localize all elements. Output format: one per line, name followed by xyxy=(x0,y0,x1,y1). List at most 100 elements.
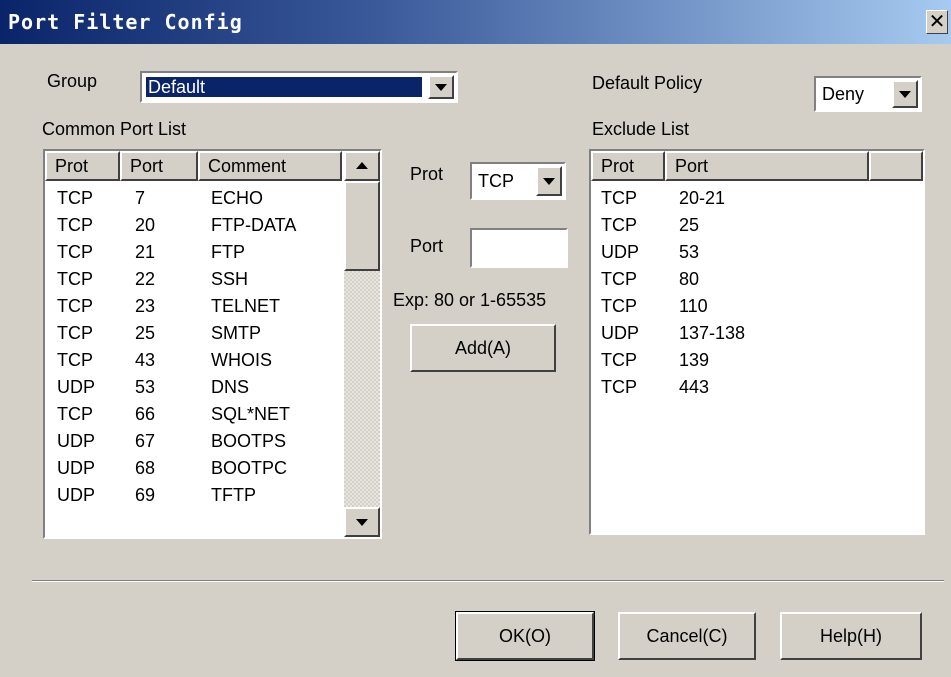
default-policy-label: Default Policy xyxy=(592,73,703,93)
row-prot: TCP xyxy=(57,242,93,262)
row-comment: TELNET xyxy=(211,296,281,316)
cancel-button[interactable]: Cancel(C) xyxy=(618,612,756,660)
row-prot: TCP xyxy=(601,215,637,235)
row-comment: SSH xyxy=(211,269,249,289)
row-prot: TCP xyxy=(601,377,637,397)
row-port: 25 xyxy=(135,323,156,343)
row-port: 43 xyxy=(135,350,156,370)
row-port: 20 xyxy=(135,215,156,235)
common-port-list-label: Common Port List xyxy=(42,119,187,139)
table-row[interactable]: TCP 20-21 xyxy=(591,185,923,212)
row-prot: UDP xyxy=(601,323,640,343)
table-row[interactable]: TCP 43 WHOIS xyxy=(45,347,342,374)
row-prot: TCP xyxy=(601,188,637,208)
ok-button[interactable]: OK(O) xyxy=(455,611,595,661)
table-row[interactable]: UDP 53 DNS xyxy=(45,374,342,401)
row-prot: UDP xyxy=(57,431,96,451)
row-port: 110 xyxy=(679,296,708,316)
default-policy-select[interactable]: Deny xyxy=(814,76,922,112)
table-row[interactable]: TCP 139 xyxy=(591,347,923,374)
column-header-empty[interactable] xyxy=(869,151,923,181)
table-row[interactable]: UDP 67 BOOTPS xyxy=(45,428,342,455)
table-row[interactable]: TCP 25 xyxy=(591,212,923,239)
common-port-list[interactable]: Prot Port Comment TCP 7 ECHO TCP 20 FTP-DATA T… xyxy=(43,149,382,539)
table-row[interactable]: TCP 20 FTP-DATA xyxy=(45,212,342,239)
prot-select[interactable]: TCP xyxy=(470,162,566,200)
row-port: 443 xyxy=(679,377,710,397)
row-comment: BOOTPC xyxy=(211,458,288,478)
row-comment: FTP xyxy=(211,242,245,262)
row-port: 7 xyxy=(135,188,146,208)
table-row[interactable]: UDP 53 xyxy=(591,239,923,266)
row-port: 53 xyxy=(679,242,700,262)
prot-label: Prot xyxy=(410,164,444,184)
table-row[interactable]: TCP 23 TELNET xyxy=(45,293,342,320)
scrollbar-thumb[interactable] xyxy=(344,181,380,271)
help-button[interactable]: Help(H) xyxy=(780,612,922,660)
row-prot: TCP xyxy=(601,269,637,289)
close-icon: ✕ xyxy=(928,9,946,33)
separator-highlight xyxy=(32,581,944,582)
row-prot: TCP xyxy=(57,350,93,370)
exclude-list-label: Exclude List xyxy=(592,119,690,139)
row-prot: TCP xyxy=(601,296,637,316)
row-comment: FTP-DATA xyxy=(211,215,297,235)
column-header-prot[interactable]: Prot xyxy=(591,151,665,181)
row-prot: UDP xyxy=(57,458,96,478)
table-row[interactable]: UDP 137-138 xyxy=(591,320,923,347)
table-row[interactable]: UDP 69 TFTP xyxy=(45,482,342,509)
row-port: 137-138 xyxy=(679,323,746,343)
row-comment: DNS xyxy=(211,377,250,397)
row-comment: SMTP xyxy=(211,323,262,343)
close-button[interactable]: ✕ xyxy=(926,10,948,34)
table-row[interactable]: TCP 7 ECHO xyxy=(45,185,342,212)
table-row[interactable]: TCP 66 SQL*NET xyxy=(45,401,342,428)
table-row[interactable]: TCP 110 xyxy=(591,293,923,320)
row-port: 21 xyxy=(135,242,156,262)
table-row[interactable]: TCP 21 FTP xyxy=(45,239,342,266)
row-prot: TCP xyxy=(57,215,93,235)
default-policy-value: Deny xyxy=(822,84,865,104)
row-prot: TCP xyxy=(57,188,93,208)
scroll-up-button[interactable] xyxy=(344,151,380,181)
row-prot: TCP xyxy=(601,350,637,370)
table-row[interactable]: TCP 25 SMTP xyxy=(45,320,342,347)
scroll-down-button[interactable] xyxy=(344,507,380,537)
table-row[interactable]: TCP 80 xyxy=(591,266,923,293)
row-prot: TCP xyxy=(57,323,93,343)
table-row[interactable]: UDP 68 BOOTPC xyxy=(45,455,342,482)
chevron-down-icon[interactable] xyxy=(892,80,918,108)
add-button[interactable]: Add(A) xyxy=(410,324,556,372)
chevron-down-icon[interactable] xyxy=(536,166,562,196)
row-port: 139 xyxy=(679,350,710,370)
row-port: 53 xyxy=(135,377,156,397)
row-prot: UDP xyxy=(601,242,640,262)
row-comment: WHOIS xyxy=(211,350,272,370)
row-comment: TFTP xyxy=(211,485,256,505)
group-label: Group xyxy=(47,71,98,91)
row-comment: ECHO xyxy=(211,188,264,208)
table-row[interactable]: TCP 443 xyxy=(591,374,923,401)
column-header-port[interactable]: Port xyxy=(665,151,869,181)
row-port: 22 xyxy=(135,269,156,289)
row-prot: TCP xyxy=(57,296,93,316)
row-comment: SQL*NET xyxy=(211,404,291,424)
row-port: 25 xyxy=(679,215,700,235)
row-port: 66 xyxy=(135,404,156,424)
column-header-port[interactable]: Port xyxy=(120,151,198,181)
row-port: 68 xyxy=(135,458,156,478)
table-row[interactable]: TCP 22 SSH xyxy=(45,266,342,293)
row-port: 67 xyxy=(135,431,156,451)
row-comment: BOOTPS xyxy=(211,431,287,451)
port-input[interactable] xyxy=(470,228,568,268)
column-header-comment[interactable]: Comment xyxy=(198,151,342,181)
row-prot: UDP xyxy=(57,377,96,397)
column-header-prot[interactable]: Prot xyxy=(45,151,120,181)
row-port: 69 xyxy=(135,485,156,505)
group-select[interactable]: Default xyxy=(140,71,458,103)
port-label: Port xyxy=(410,236,444,256)
chevron-down-icon[interactable] xyxy=(428,75,454,99)
row-prot: TCP xyxy=(57,269,93,289)
exclude-rows: TCP 20-21 TCP 25 UDP 53 TCP 80 TCP 110 UDP 137-138 T… xyxy=(591,183,923,533)
exclude-list[interactable]: Prot Port TCP 20-21 TCP 25 UDP 53 TCP 80 TCP 110 U… xyxy=(589,149,925,535)
